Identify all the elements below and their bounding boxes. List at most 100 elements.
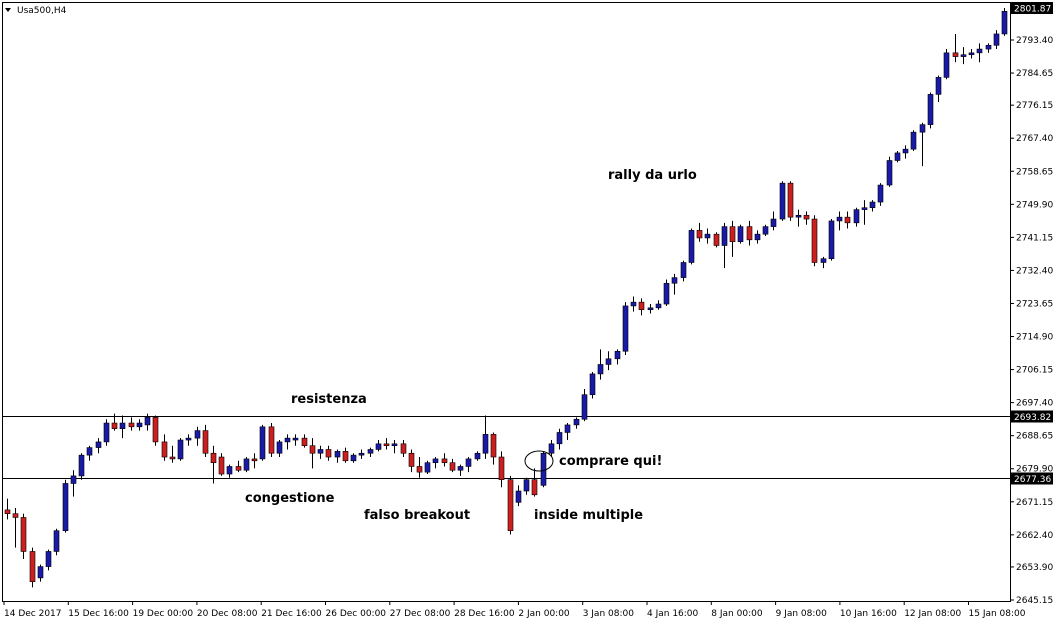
candle [177,438,184,461]
candle-body-up [194,430,201,439]
candle-body-up [919,124,926,133]
candle [647,304,654,314]
candle-body-up [375,443,382,450]
candle [276,440,283,458]
candle [523,477,530,495]
candle-body-up [737,226,744,243]
candle [334,449,341,463]
candle-body-up [482,434,489,454]
candle [935,75,942,102]
candle [20,513,27,560]
candle-body-up [226,466,233,475]
x-tick-label: 8 Jan 00:00 [711,609,763,619]
candle [564,423,571,441]
candle [531,468,538,497]
candle [597,349,604,380]
candle [638,298,645,316]
x-tick-label: 10 Jan 16:00 [840,609,897,619]
candle [490,432,497,465]
x-tick-label: 26 Dec 00:00 [326,609,387,619]
candle [95,438,102,454]
candle-body-down [531,479,538,496]
candle-body-down [309,445,316,454]
x-tick-label: 28 Dec 16:00 [454,609,515,619]
candle [630,296,637,312]
candle-body-down [638,301,645,311]
candle-body-up [540,452,547,486]
candle [70,470,77,497]
candle-body-down [416,466,423,473]
candle-body-up [836,216,843,222]
candle-body-up [45,551,52,567]
candle-body-up [177,439,184,460]
candle-body-up [185,437,192,441]
x-tick-label: 19 Dec 00:00 [133,609,194,619]
candle-body-up [62,483,69,531]
candle-body-up [457,466,464,471]
candle-body-down [29,551,36,582]
candle [210,445,217,484]
y-tick-label: 2776.15 [1016,101,1053,111]
candle-body-up [70,475,77,484]
candle-body-down [301,437,308,446]
y-tick-label: 2706.15 [1016,366,1053,376]
candle [556,428,563,450]
candle-body-up [630,301,637,307]
candle [457,464,464,476]
x-tick-label: 14 Dec 2017 [4,609,62,619]
candle [301,434,308,448]
candle [952,33,959,63]
candle [169,445,176,463]
candle-body-down [342,451,349,462]
candle-body-up [943,52,950,78]
candle [400,440,407,458]
candle-body-up [334,451,341,458]
candle [894,151,901,163]
candle [474,451,481,461]
candle-body-up [877,184,884,203]
candle-body-down [169,456,176,460]
candle-body-down [235,466,242,471]
y-tick-label: 2723.65 [1016,299,1053,309]
candle [828,219,835,261]
candle [589,372,596,399]
candle [482,415,489,459]
candle [779,181,786,221]
annotation-false-breakout: falso breakout [364,508,470,523]
candle-body-up [1001,10,1008,35]
annotation-buy-here: comprare qui! [559,454,662,469]
candle-body-up [688,230,695,263]
candle-body-up [976,48,983,54]
candle [342,447,349,463]
y-tick-label: 2688.65 [1016,432,1053,442]
x-axis: 14 Dec 2017 15 Dec 16:00 19 Dec 00:00 20 De… [3,601,1026,619]
candle [869,200,876,212]
candle [358,449,365,459]
candle-body-up [861,207,868,210]
candle [507,475,514,535]
candle [960,47,967,65]
candle-body-up [581,394,588,420]
candle-body-up [367,449,374,454]
candle [498,451,505,488]
candle-body-down [844,216,851,224]
candle-body-up [663,282,670,305]
candle [235,460,242,473]
candle [226,464,233,478]
candle [877,183,884,206]
candle [820,256,827,269]
candle [754,230,761,244]
candle [367,447,374,458]
candle-body-up [523,479,530,492]
candle [12,508,19,548]
candle-body-down [128,422,135,428]
candle-body-down [210,452,217,463]
candle-body-up [820,258,827,263]
title-arrow-icon[interactable] [5,8,11,12]
candle [688,228,695,265]
candle-body-up [985,44,992,50]
candle [540,451,547,488]
y-tick-label: 2645.15 [1016,596,1053,606]
candle-body-up [292,437,299,441]
candle [136,419,143,431]
